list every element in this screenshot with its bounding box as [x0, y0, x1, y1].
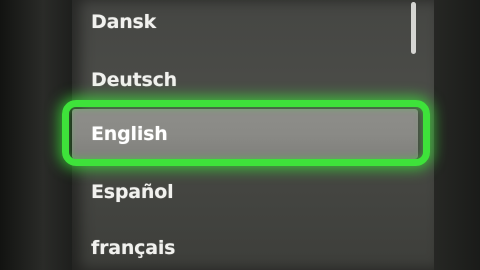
- language-option-espanol[interactable]: Español: [72, 164, 412, 220]
- language-label: Español: [91, 181, 174, 203]
- console-screen: Dansk Deutsch English Español français: [0, 0, 480, 270]
- language-option-francais[interactable]: français: [72, 220, 412, 270]
- language-option-dansk[interactable]: Dansk: [72, 0, 412, 50]
- language-label: Dansk: [91, 11, 157, 33]
- language-label: Deutsch: [91, 69, 177, 91]
- focus-highlight-ring: [62, 100, 430, 166]
- language-label: français: [91, 237, 176, 259]
- right-background: [434, 0, 480, 270]
